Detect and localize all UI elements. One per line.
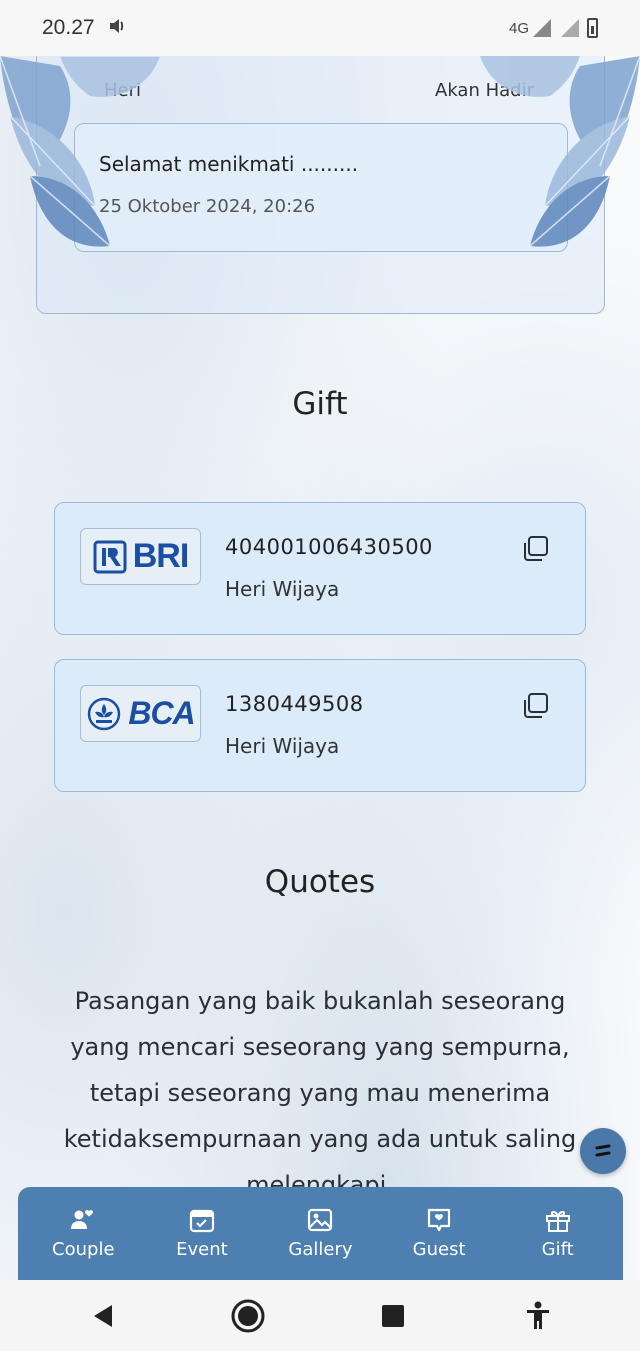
wish-sender-name: Heri — [104, 80, 142, 101]
guest-book-icon — [427, 1208, 451, 1232]
accessibility-button[interactable] — [518, 1296, 558, 1336]
bri-logo-icon — [93, 540, 127, 573]
invitation-page[interactable]: Heri Akan Hadir Selamat menikmati ......… — [0, 56, 640, 1280]
sound-icon — [109, 16, 127, 40]
nav-label: Couple — [52, 1239, 115, 1260]
quote-line: ketidaksempurnaan yang ada untuk saling — [63, 1125, 577, 1153]
gallery-icon — [308, 1208, 333, 1232]
bca-logo: BCA — [80, 685, 201, 742]
back-icon — [93, 1304, 112, 1327]
status-time: 20.27 — [42, 16, 95, 39]
nav-event[interactable]: Event — [147, 1207, 257, 1260]
bri-logo-text: BRI — [132, 537, 190, 575]
quote-text: Pasangan yang baik bukanlah seseorang ya… — [40, 978, 600, 1208]
nav-gallery[interactable]: Gallery — [265, 1207, 375, 1260]
signal-icon — [533, 19, 551, 37]
couple-icon — [71, 1210, 94, 1229]
quote-line: tetapi seseorang yang mau menerima — [89, 1079, 551, 1107]
nav-couple[interactable]: Couple — [28, 1207, 138, 1260]
network-type: 4G — [508, 19, 529, 37]
home-icon — [231, 1299, 264, 1332]
wish-attendance: Akan Hadir — [435, 80, 534, 101]
gift-title: Gift — [292, 386, 348, 422]
calendar-icon — [189, 1209, 214, 1233]
wish-header: Heri Akan Hadir — [104, 80, 534, 101]
nav-guest[interactable]: Guest — [384, 1207, 494, 1260]
bank-card-bri: BRI 404001006430500 Heri Wijaya — [54, 502, 586, 635]
wish-message: Selamat menikmati ......... — [99, 152, 359, 176]
gift-icon — [545, 1210, 570, 1232]
nav-label: Gift — [541, 1239, 574, 1260]
nav-label: Guest — [412, 1239, 466, 1260]
account-number: 1380449508 — [225, 692, 364, 716]
nav-label: Event — [176, 1239, 228, 1260]
nav-gift[interactable]: Gift — [503, 1207, 613, 1260]
nav-label: Gallery — [288, 1239, 353, 1260]
bank-card-bca: BCA 1380449508 Heri Wijaya — [54, 659, 586, 792]
pause-icon — [595, 1144, 611, 1157]
bca-logo-text: BCA — [128, 695, 195, 731]
account-number: 404001006430500 — [225, 535, 433, 559]
quote-line: yang mencari seseorang yang sempurna, — [70, 1033, 570, 1061]
quotes-title: Quotes — [264, 864, 376, 900]
status-bar: 20.27 4G — [0, 0, 640, 56]
accessibility-icon — [526, 1301, 549, 1329]
home-button[interactable] — [228, 1296, 268, 1336]
copy-icon[interactable] — [521, 692, 549, 720]
battery-icon — [587, 18, 598, 38]
bottom-nav: Couple Event Gallery Guest Gift — [18, 1187, 623, 1280]
wish-date: 25 Oktober 2024, 20:26 — [99, 196, 316, 217]
account-holder: Heri Wijaya — [225, 577, 340, 601]
copy-icon[interactable] — [521, 535, 549, 563]
recents-icon — [381, 1304, 404, 1327]
wish-card: Selamat menikmati ......... 25 Oktober 2… — [74, 123, 568, 252]
floating-menu-button[interactable] — [580, 1128, 626, 1174]
signal-icon-2 — [561, 19, 579, 37]
quote-line: Pasangan yang baik bukanlah seseorang — [74, 987, 566, 1015]
account-holder: Heri Wijaya — [225, 734, 340, 758]
bca-logo-icon — [88, 697, 121, 730]
recents-button[interactable] — [373, 1296, 413, 1336]
android-nav-bar — [0, 1280, 640, 1351]
bri-logo: BRI — [80, 528, 201, 585]
back-button[interactable] — [83, 1296, 123, 1336]
